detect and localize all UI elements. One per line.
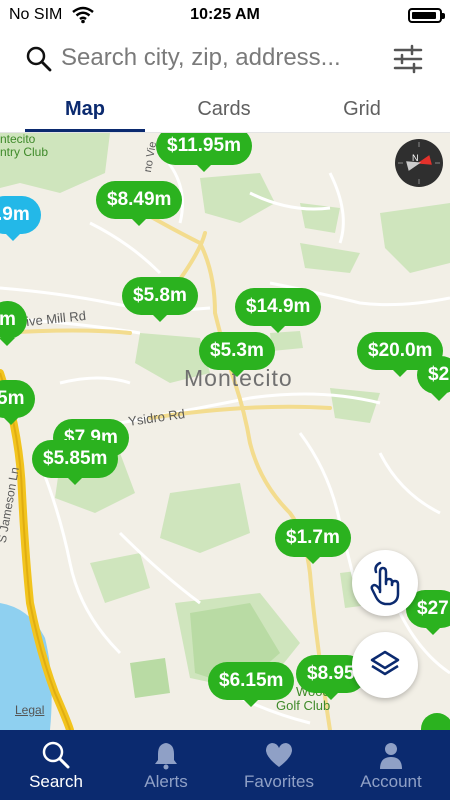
view-tabs: Map Cards Grid (0, 90, 450, 133)
heart-icon (266, 743, 292, 767)
layers-icon (370, 650, 400, 676)
price-pin[interactable]: $2 (417, 356, 450, 401)
status-bar: No SIM 10:25 AM (0, 0, 450, 30)
price-pin[interactable]: $14.9m (235, 288, 322, 333)
price-pin[interactable]: $1.7m (275, 519, 351, 564)
tab-cards[interactable]: Cards (164, 98, 284, 121)
search-icon (42, 741, 70, 769)
nav-search[interactable]: Search (0, 730, 112, 800)
bell-icon (155, 743, 177, 770)
search-icon (26, 46, 52, 72)
price-pin[interactable]: $6.15m (208, 662, 295, 707)
active-tab-indicator (25, 129, 145, 132)
tab-map[interactable]: Map (25, 98, 145, 121)
person-icon (380, 743, 402, 769)
nav-label: Account (360, 772, 422, 791)
draw-area-button[interactable] (352, 550, 418, 616)
hand-pointer-icon (370, 561, 400, 606)
clock: 10:25 AM (190, 6, 260, 23)
tab-grid[interactable]: Grid (302, 98, 422, 121)
nav-account[interactable]: Account (335, 730, 447, 800)
svg-text:N: N (412, 153, 419, 163)
price-pin[interactable]: $5.8m (122, 277, 198, 322)
map-layers-button[interactable] (352, 632, 418, 698)
price-pin[interactable]: $5.85m (32, 440, 119, 485)
nav-label: Favorites (244, 772, 314, 791)
price-pin[interactable]: $8.49m (96, 181, 183, 226)
price-pin[interactable]: $11.95m (156, 133, 252, 172)
battery-icon (408, 8, 445, 23)
compass-icon[interactable]: N (395, 139, 443, 187)
filter-sliders-icon[interactable] (392, 43, 424, 75)
nav-label: Search (29, 772, 83, 791)
nav-alerts[interactable]: Alerts (110, 730, 222, 800)
search-bar[interactable]: Search city, zip, address... (0, 34, 450, 86)
map-label-country-club: ntecito ntry Club (0, 133, 49, 159)
bottom-nav: Search Alerts Favorites Account (0, 730, 450, 800)
search-input[interactable]: Search city, zip, address... (61, 44, 341, 72)
map-label-golf: Golf Club (276, 698, 331, 713)
nav-label: Alerts (144, 772, 188, 791)
price-pin[interactable]: $5.3m (199, 332, 275, 377)
legal-link[interactable]: Legal (15, 703, 44, 717)
nav-favorites[interactable]: Favorites (223, 730, 335, 800)
price-pin[interactable]: .9m (0, 196, 41, 241)
